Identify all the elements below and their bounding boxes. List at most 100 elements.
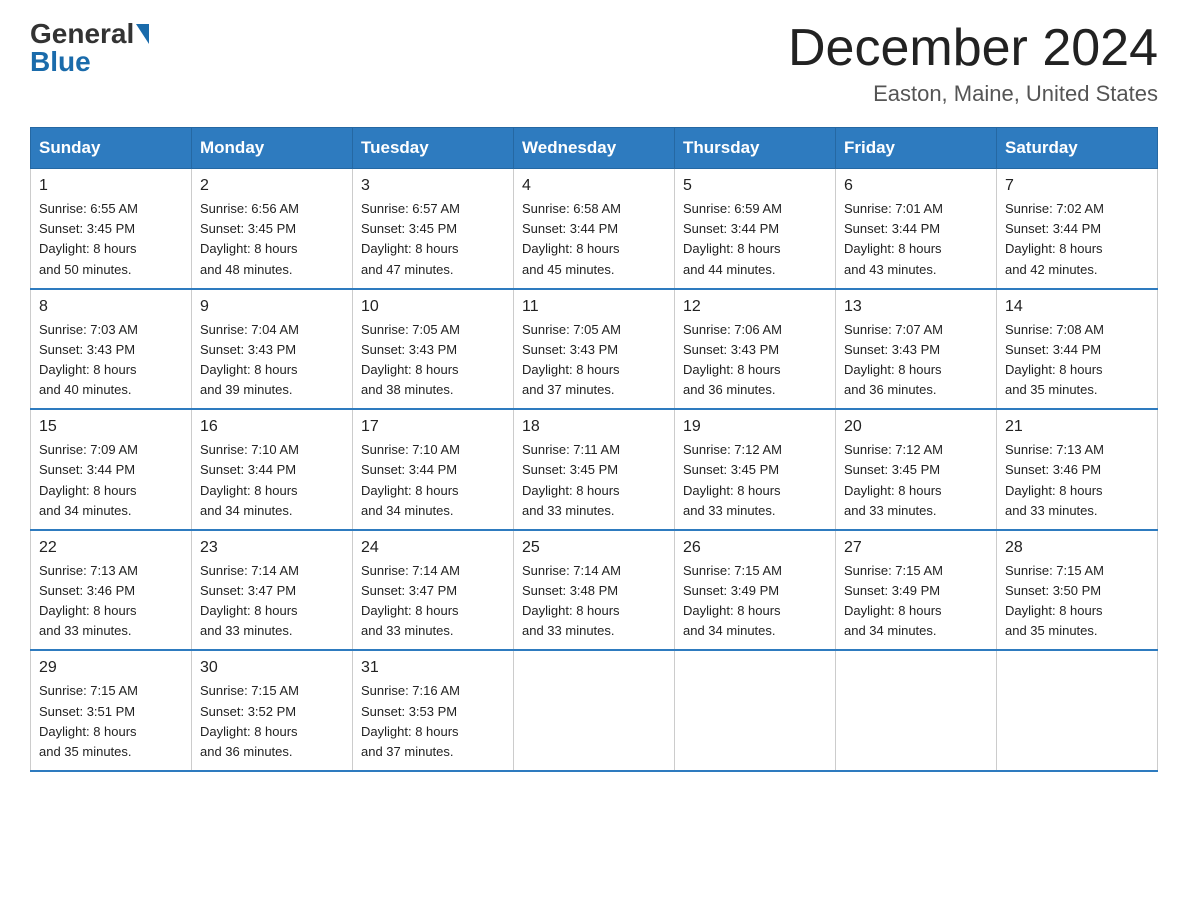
sunrise-label: Sunrise: 7:05 AM xyxy=(522,322,621,337)
day-number: 13 xyxy=(844,298,988,316)
logo-blue-text: Blue xyxy=(30,48,91,76)
daylight-label: Daylight: 8 hours xyxy=(1005,483,1103,498)
day-info: Sunrise: 7:15 AM Sunset: 3:49 PM Dayligh… xyxy=(683,561,827,642)
daylight-minutes: and 33 minutes. xyxy=(683,503,776,518)
sunset-label: Sunset: 3:44 PM xyxy=(200,462,296,477)
sunset-label: Sunset: 3:53 PM xyxy=(361,704,457,719)
sunrise-label: Sunrise: 7:12 AM xyxy=(844,442,943,457)
daylight-label: Daylight: 8 hours xyxy=(683,362,781,377)
day-number: 2 xyxy=(200,177,344,195)
sunrise-label: Sunrise: 7:07 AM xyxy=(844,322,943,337)
daylight-label: Daylight: 8 hours xyxy=(200,603,298,618)
daylight-label: Daylight: 8 hours xyxy=(200,724,298,739)
calendar-cell: 24 Sunrise: 7:14 AM Sunset: 3:47 PM Dayl… xyxy=(353,530,514,651)
day-number: 24 xyxy=(361,539,505,557)
sunset-label: Sunset: 3:48 PM xyxy=(522,583,618,598)
sunset-label: Sunset: 3:44 PM xyxy=(361,462,457,477)
daylight-label: Daylight: 8 hours xyxy=(200,241,298,256)
daylight-minutes: and 36 minutes. xyxy=(200,744,293,759)
calendar-week-4: 22 Sunrise: 7:13 AM Sunset: 3:46 PM Dayl… xyxy=(31,530,1158,651)
daylight-minutes: and 39 minutes. xyxy=(200,382,293,397)
sunset-label: Sunset: 3:50 PM xyxy=(1005,583,1101,598)
day-number: 30 xyxy=(200,659,344,677)
col-sunday: Sunday xyxy=(31,128,192,169)
calendar-cell: 22 Sunrise: 7:13 AM Sunset: 3:46 PM Dayl… xyxy=(31,530,192,651)
calendar-week-2: 8 Sunrise: 7:03 AM Sunset: 3:43 PM Dayli… xyxy=(31,289,1158,410)
calendar-cell xyxy=(514,650,675,771)
sunset-label: Sunset: 3:44 PM xyxy=(844,221,940,236)
sunset-label: Sunset: 3:49 PM xyxy=(683,583,779,598)
day-info: Sunrise: 7:12 AM Sunset: 3:45 PM Dayligh… xyxy=(844,440,988,521)
day-number: 9 xyxy=(200,298,344,316)
daylight-minutes: and 34 minutes. xyxy=(39,503,132,518)
logo-arrow-icon xyxy=(136,24,149,44)
daylight-minutes: and 36 minutes. xyxy=(844,382,937,397)
sunrise-label: Sunrise: 7:15 AM xyxy=(39,683,138,698)
day-info: Sunrise: 6:56 AM Sunset: 3:45 PM Dayligh… xyxy=(200,199,344,280)
day-info: Sunrise: 7:12 AM Sunset: 3:45 PM Dayligh… xyxy=(683,440,827,521)
sunrise-label: Sunrise: 7:13 AM xyxy=(1005,442,1104,457)
sunrise-label: Sunrise: 7:14 AM xyxy=(200,563,299,578)
day-info: Sunrise: 7:16 AM Sunset: 3:53 PM Dayligh… xyxy=(361,681,505,762)
daylight-label: Daylight: 8 hours xyxy=(522,603,620,618)
daylight-label: Daylight: 8 hours xyxy=(361,483,459,498)
day-info: Sunrise: 7:10 AM Sunset: 3:44 PM Dayligh… xyxy=(361,440,505,521)
daylight-minutes: and 35 minutes. xyxy=(39,744,132,759)
day-number: 12 xyxy=(683,298,827,316)
day-info: Sunrise: 6:58 AM Sunset: 3:44 PM Dayligh… xyxy=(522,199,666,280)
day-info: Sunrise: 7:15 AM Sunset: 3:49 PM Dayligh… xyxy=(844,561,988,642)
calendar-cell: 14 Sunrise: 7:08 AM Sunset: 3:44 PM Dayl… xyxy=(997,289,1158,410)
page-header: General Blue December 2024 Easton, Maine… xyxy=(30,20,1158,107)
daylight-label: Daylight: 8 hours xyxy=(844,483,942,498)
day-number: 10 xyxy=(361,298,505,316)
calendar-cell: 28 Sunrise: 7:15 AM Sunset: 3:50 PM Dayl… xyxy=(997,530,1158,651)
sunrise-label: Sunrise: 7:02 AM xyxy=(1005,201,1104,216)
calendar-cell: 10 Sunrise: 7:05 AM Sunset: 3:43 PM Dayl… xyxy=(353,289,514,410)
sunset-label: Sunset: 3:45 PM xyxy=(39,221,135,236)
daylight-label: Daylight: 8 hours xyxy=(361,603,459,618)
day-info: Sunrise: 7:04 AM Sunset: 3:43 PM Dayligh… xyxy=(200,320,344,401)
daylight-label: Daylight: 8 hours xyxy=(361,362,459,377)
daylight-label: Daylight: 8 hours xyxy=(200,362,298,377)
calendar-cell xyxy=(997,650,1158,771)
daylight-minutes: and 33 minutes. xyxy=(522,623,615,638)
sunset-label: Sunset: 3:45 PM xyxy=(683,462,779,477)
sunset-label: Sunset: 3:45 PM xyxy=(200,221,296,236)
daylight-minutes: and 44 minutes. xyxy=(683,262,776,277)
sunrise-label: Sunrise: 7:11 AM xyxy=(522,442,620,457)
daylight-label: Daylight: 8 hours xyxy=(522,241,620,256)
day-info: Sunrise: 7:01 AM Sunset: 3:44 PM Dayligh… xyxy=(844,199,988,280)
day-info: Sunrise: 7:03 AM Sunset: 3:43 PM Dayligh… xyxy=(39,320,183,401)
day-number: 1 xyxy=(39,177,183,195)
calendar-week-3: 15 Sunrise: 7:09 AM Sunset: 3:44 PM Dayl… xyxy=(31,409,1158,530)
day-number: 14 xyxy=(1005,298,1149,316)
sunset-label: Sunset: 3:45 PM xyxy=(361,221,457,236)
sunrise-label: Sunrise: 7:15 AM xyxy=(683,563,782,578)
day-info: Sunrise: 7:11 AM Sunset: 3:45 PM Dayligh… xyxy=(522,440,666,521)
daylight-label: Daylight: 8 hours xyxy=(1005,362,1103,377)
calendar-cell: 13 Sunrise: 7:07 AM Sunset: 3:43 PM Dayl… xyxy=(836,289,997,410)
day-number: 8 xyxy=(39,298,183,316)
daylight-minutes: and 35 minutes. xyxy=(1005,623,1098,638)
sunset-label: Sunset: 3:43 PM xyxy=(200,342,296,357)
day-number: 31 xyxy=(361,659,505,677)
day-info: Sunrise: 6:55 AM Sunset: 3:45 PM Dayligh… xyxy=(39,199,183,280)
calendar-week-1: 1 Sunrise: 6:55 AM Sunset: 3:45 PM Dayli… xyxy=(31,169,1158,289)
daylight-minutes: and 33 minutes. xyxy=(844,503,937,518)
sunrise-label: Sunrise: 7:01 AM xyxy=(844,201,943,216)
day-number: 7 xyxy=(1005,177,1149,195)
daylight-label: Daylight: 8 hours xyxy=(683,603,781,618)
daylight-minutes: and 33 minutes. xyxy=(522,503,615,518)
calendar-cell: 25 Sunrise: 7:14 AM Sunset: 3:48 PM Dayl… xyxy=(514,530,675,651)
sunset-label: Sunset: 3:44 PM xyxy=(39,462,135,477)
day-info: Sunrise: 7:07 AM Sunset: 3:43 PM Dayligh… xyxy=(844,320,988,401)
daylight-minutes: and 38 minutes. xyxy=(361,382,454,397)
daylight-minutes: and 43 minutes. xyxy=(844,262,937,277)
sunset-label: Sunset: 3:45 PM xyxy=(522,462,618,477)
calendar-cell: 20 Sunrise: 7:12 AM Sunset: 3:45 PM Dayl… xyxy=(836,409,997,530)
col-wednesday: Wednesday xyxy=(514,128,675,169)
sunrise-label: Sunrise: 7:14 AM xyxy=(361,563,460,578)
day-info: Sunrise: 6:57 AM Sunset: 3:45 PM Dayligh… xyxy=(361,199,505,280)
calendar-week-5: 29 Sunrise: 7:15 AM Sunset: 3:51 PM Dayl… xyxy=(31,650,1158,771)
day-number: 20 xyxy=(844,418,988,436)
